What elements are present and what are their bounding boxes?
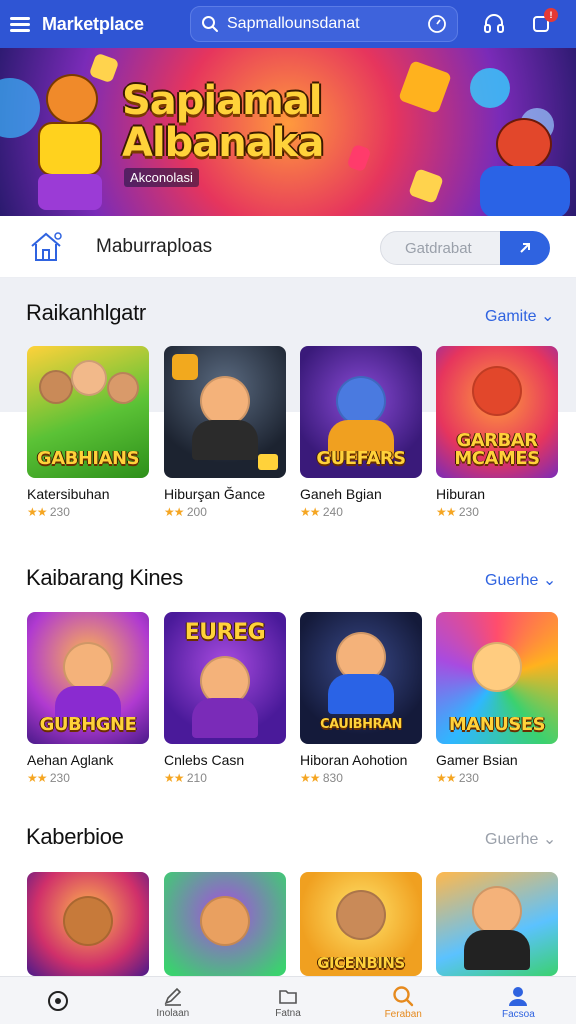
game-card[interactable]: EUREG Cnlebs Casn ★★ 210 xyxy=(164,612,286,785)
game-thumbnail: EUREG xyxy=(164,612,286,744)
bubble-decoration xyxy=(470,68,510,108)
bear-mascot xyxy=(476,118,576,216)
notification-badge: ! xyxy=(544,8,558,22)
promo-banner[interactable]: Sapiamal Albanaka Akconolasi xyxy=(0,48,576,216)
game-thumbnail: GABHIANS xyxy=(27,346,149,478)
section-title: Raikanhlgatr xyxy=(26,300,146,325)
star-icon: ★★ xyxy=(164,505,184,519)
nav-edit[interactable]: Inolaan xyxy=(115,977,230,1024)
game-thumbnail: GUBHGNE xyxy=(27,612,149,744)
game-title: Katersibuhan xyxy=(27,486,110,502)
see-more-link[interactable]: Guerhe ⌄ xyxy=(485,570,556,590)
strip-label: Maburraploas xyxy=(96,236,213,257)
clock-icon[interactable] xyxy=(427,14,447,34)
game-card[interactable]: GARBAR MCAMES Hiburan ★★ 230 xyxy=(436,346,558,519)
search-icon xyxy=(202,16,218,32)
star-icon: ★★ xyxy=(300,505,320,519)
home-icon[interactable] xyxy=(28,230,64,264)
game-thumbnail xyxy=(27,872,149,976)
dice-decoration xyxy=(408,168,444,204)
game-card[interactable]: GICENBINS xyxy=(300,872,422,976)
game-rating: ★★ 230 xyxy=(436,771,479,785)
game-thumbnail xyxy=(164,872,286,976)
support-button[interactable] xyxy=(480,10,508,38)
game-thumbnail: GUEFARS xyxy=(300,346,422,478)
fox-mascot xyxy=(16,74,112,214)
game-rating: ★★ 200 xyxy=(164,505,207,519)
game-card[interactable]: GUBHGNE Aehan Aglank ★★ 230 xyxy=(27,612,149,785)
star-icon: ★★ xyxy=(300,771,320,785)
bottom-navigation: Inolaan Fatna Feraban Facsoa xyxy=(0,976,576,1024)
game-card[interactable]: Hiburşan Ğance ★★ 200 xyxy=(164,346,286,519)
game-card[interactable]: GABHIANS Katersibuhan ★★ 230 xyxy=(27,346,149,519)
game-thumbnail: CAUIBHRAN xyxy=(300,612,422,744)
game-thumbnail xyxy=(164,346,286,478)
see-more-link[interactable]: Guerhe ⌄ xyxy=(485,829,556,849)
banner-title: Sapiamal Albanaka xyxy=(122,78,324,166)
menu-button[interactable] xyxy=(0,0,40,48)
game-thumbnail: MANUSES xyxy=(436,612,558,744)
star-icon: ★★ xyxy=(436,771,456,785)
star-icon: ★★ xyxy=(436,505,456,519)
game-card[interactable]: MANUSES Gamer Bsian ★★ 230 xyxy=(436,612,558,785)
strip-go-button[interactable] xyxy=(500,231,550,265)
pencil-icon xyxy=(164,987,181,1006)
compass-icon xyxy=(47,991,68,1011)
nav-profile[interactable]: Facsoa xyxy=(461,977,576,1024)
star-icon: ★★ xyxy=(27,505,47,519)
notifications-button[interactable]: ! xyxy=(528,8,558,38)
search-icon xyxy=(393,985,414,1006)
game-thumbnail: GARBAR MCAMES xyxy=(436,346,558,478)
dice-decoration xyxy=(398,60,452,114)
game-rating: ★★ 830 xyxy=(300,771,343,785)
game-card[interactable] xyxy=(27,872,149,976)
game-title: Hiboran Aohotion xyxy=(300,752,408,768)
section-title: Kaberbioe xyxy=(26,824,124,849)
nav-search[interactable]: Feraban xyxy=(346,977,461,1024)
arrow-icon xyxy=(520,243,530,253)
game-rating: ★★ 230 xyxy=(436,505,479,519)
nav-files[interactable]: Fatna xyxy=(230,977,345,1024)
game-rating: ★★ 230 xyxy=(27,505,70,519)
star-icon: ★★ xyxy=(164,771,184,785)
search-bar[interactable]: Sapmallounsdanat xyxy=(190,6,458,42)
folder-icon xyxy=(279,989,297,1004)
search-input[interactable]: Sapmallounsdanat xyxy=(227,15,427,33)
app-title: Marketplace xyxy=(42,13,144,34)
game-card[interactable] xyxy=(436,872,558,976)
game-rating: ★★ 230 xyxy=(27,771,70,785)
game-rating: ★★ 210 xyxy=(164,771,207,785)
game-title: Cnlebs Casn xyxy=(164,752,245,768)
marketplace-strip: Maburraploas Gatdrabat xyxy=(0,216,576,278)
star-icon: ★★ xyxy=(27,771,47,785)
game-card[interactable]: GUEFARS Ganeh Bgian ★★ 240 xyxy=(300,346,422,519)
hamburger-icon xyxy=(10,17,30,32)
game-card[interactable]: CAUIBHRAN Hiboran Aohotion ★★ 830 xyxy=(300,612,422,785)
candy-decoration xyxy=(346,143,372,173)
game-title: Hiburan xyxy=(436,486,486,502)
headset-icon xyxy=(484,14,504,33)
game-card[interactable] xyxy=(164,872,286,976)
top-app-bar: Marketplace Sapmallounsdanat ! xyxy=(0,0,576,48)
game-title: Gamer Bsian xyxy=(436,752,518,768)
see-more-link[interactable]: Gamite ⌄ xyxy=(485,306,554,326)
game-rating: ★★ 240 xyxy=(300,505,343,519)
section-title: Kaibarang Kines xyxy=(26,565,183,590)
game-title: Ganeh Bgian xyxy=(300,486,382,502)
strip-search-input[interactable]: Gatdrabat xyxy=(380,231,502,265)
game-title: Hiburşan Ğance xyxy=(164,486,266,502)
game-title: Aehan Aglank xyxy=(27,752,114,768)
game-thumbnail: GICENBINS xyxy=(300,872,422,976)
profile-icon xyxy=(509,986,528,1006)
nav-discover[interactable] xyxy=(0,977,115,1024)
game-thumbnail xyxy=(436,872,558,976)
banner-subtitle: Akconolasi xyxy=(124,168,199,187)
